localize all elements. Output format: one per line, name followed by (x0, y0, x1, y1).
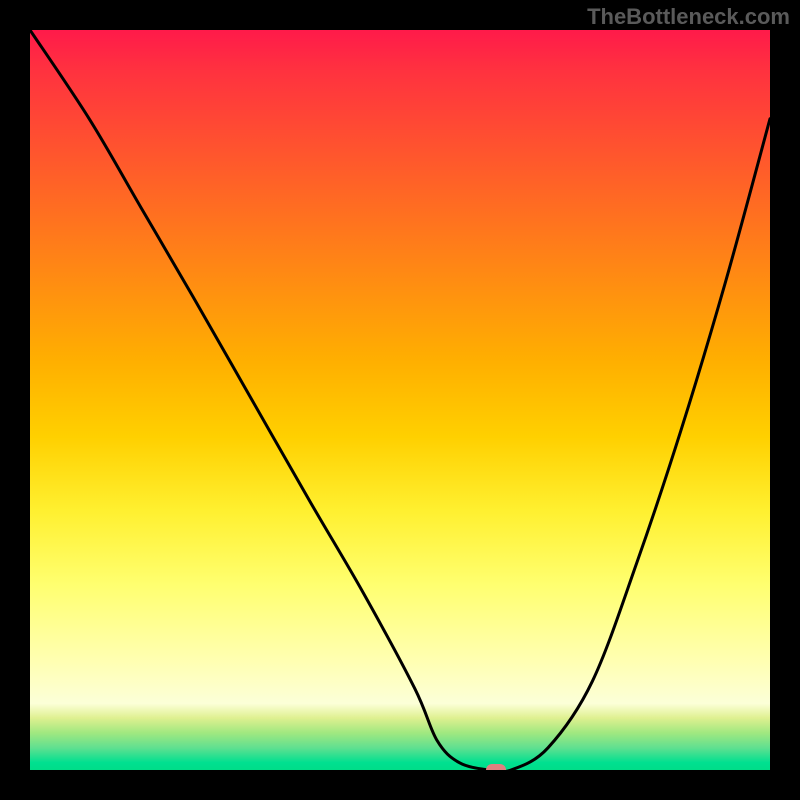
plot-area (30, 30, 770, 770)
bottleneck-curve (30, 30, 770, 770)
optimal-marker (486, 764, 506, 770)
watermark-text: TheBottleneck.com (587, 4, 790, 30)
chart-container: TheBottleneck.com (0, 0, 800, 800)
